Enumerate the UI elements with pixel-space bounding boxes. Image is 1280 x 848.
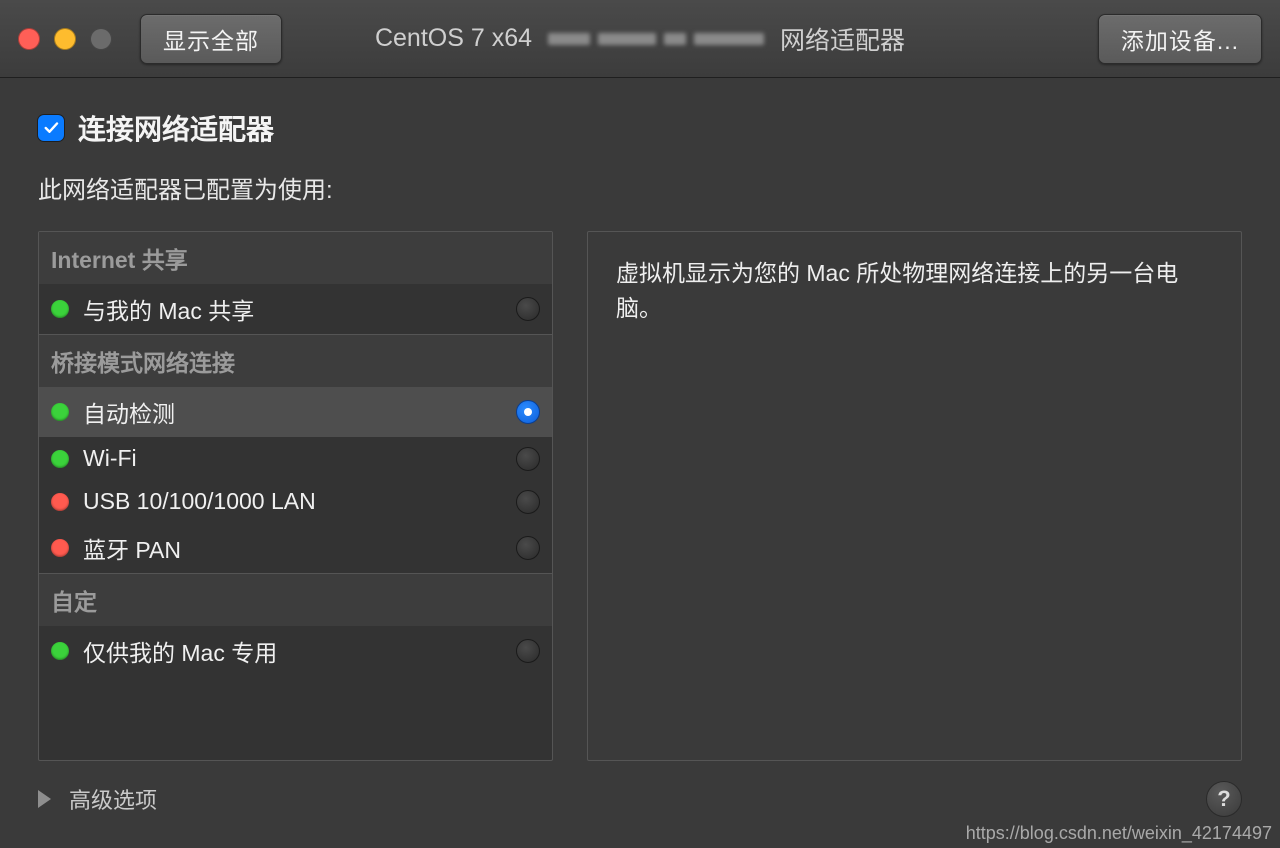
option-label: Wi-Fi: [83, 445, 502, 472]
connect-adapter-row: 连接网络适配器: [38, 108, 1242, 148]
option-label: 自动检测: [83, 395, 502, 429]
help-button[interactable]: ?: [1206, 781, 1242, 817]
bottom-row: 高级选项 ?: [0, 761, 1280, 817]
close-icon[interactable]: [18, 28, 40, 50]
option-label: 蓝牙 PAN: [83, 531, 502, 565]
radio-button[interactable]: [516, 536, 540, 560]
add-device-button[interactable]: 添加设备...: [1098, 14, 1262, 64]
section-internet-sharing: Internet 共享: [39, 232, 552, 284]
window-controls: [18, 28, 112, 50]
title-suffix: 网络适配器: [780, 21, 905, 57]
status-dot-icon: [51, 450, 69, 468]
option-autodetect[interactable]: 自动检测: [39, 387, 552, 437]
description-panel: 虚拟机显示为您的 Mac 所处物理网络连接上的另一台电脑。: [587, 231, 1242, 761]
minimize-icon[interactable]: [54, 28, 76, 50]
radio-button[interactable]: [516, 297, 540, 321]
title-prefix: CentOS 7 x64: [375, 24, 532, 53]
toolbar: 显示全部 CentOS 7 x64 网络适配器 添加设备...: [0, 0, 1280, 78]
panels: Internet 共享 与我的 Mac 共享 桥接模式网络连接 自动检测 Wi-…: [38, 231, 1242, 761]
option-label: 仅供我的 Mac 专用: [83, 634, 502, 668]
status-dot-icon: [51, 642, 69, 660]
section-custom: 自定: [39, 573, 552, 626]
option-label: USB 10/100/1000 LAN: [83, 488, 502, 515]
radio-button[interactable]: [516, 490, 540, 514]
config-subhead: 此网络适配器已配置为使用:: [38, 170, 1242, 205]
content: 连接网络适配器 此网络适配器已配置为使用: Internet 共享 与我的 Ma…: [0, 78, 1280, 761]
status-dot-icon: [51, 539, 69, 557]
title-redacted: [548, 33, 764, 45]
watermark: https://blog.csdn.net/weixin_42174497: [966, 823, 1272, 844]
zoom-icon[interactable]: [90, 28, 112, 50]
description-text: 虚拟机显示为您的 Mac 所处物理网络连接上的另一台电脑。: [616, 256, 1213, 325]
option-host-only[interactable]: 仅供我的 Mac 专用: [39, 626, 552, 676]
status-dot-icon: [51, 300, 69, 318]
section-bridged: 桥接模式网络连接: [39, 334, 552, 387]
connect-adapter-label: 连接网络适配器: [78, 108, 274, 148]
connect-adapter-checkbox[interactable]: [38, 115, 64, 141]
show-all-button[interactable]: 显示全部: [140, 14, 282, 64]
option-usb-lan[interactable]: USB 10/100/1000 LAN: [39, 480, 552, 523]
option-bluetooth-pan[interactable]: 蓝牙 PAN: [39, 523, 552, 573]
advanced-label: 高级选项: [69, 783, 157, 815]
radio-button[interactable]: [516, 447, 540, 471]
radio-button[interactable]: [516, 400, 540, 424]
radio-button[interactable]: [516, 639, 540, 663]
window-title: CentOS 7 x64 网络适配器: [375, 21, 905, 57]
option-label: 与我的 Mac 共享: [83, 292, 502, 326]
option-share-with-mac[interactable]: 与我的 Mac 共享: [39, 284, 552, 334]
network-list-panel: Internet 共享 与我的 Mac 共享 桥接模式网络连接 自动检测 Wi-…: [38, 231, 553, 761]
advanced-disclosure[interactable]: 高级选项: [38, 783, 157, 815]
check-icon: [42, 119, 60, 137]
status-dot-icon: [51, 493, 69, 511]
status-dot-icon: [51, 403, 69, 421]
disclosure-triangle-icon: [38, 790, 51, 808]
option-wifi[interactable]: Wi-Fi: [39, 437, 552, 480]
